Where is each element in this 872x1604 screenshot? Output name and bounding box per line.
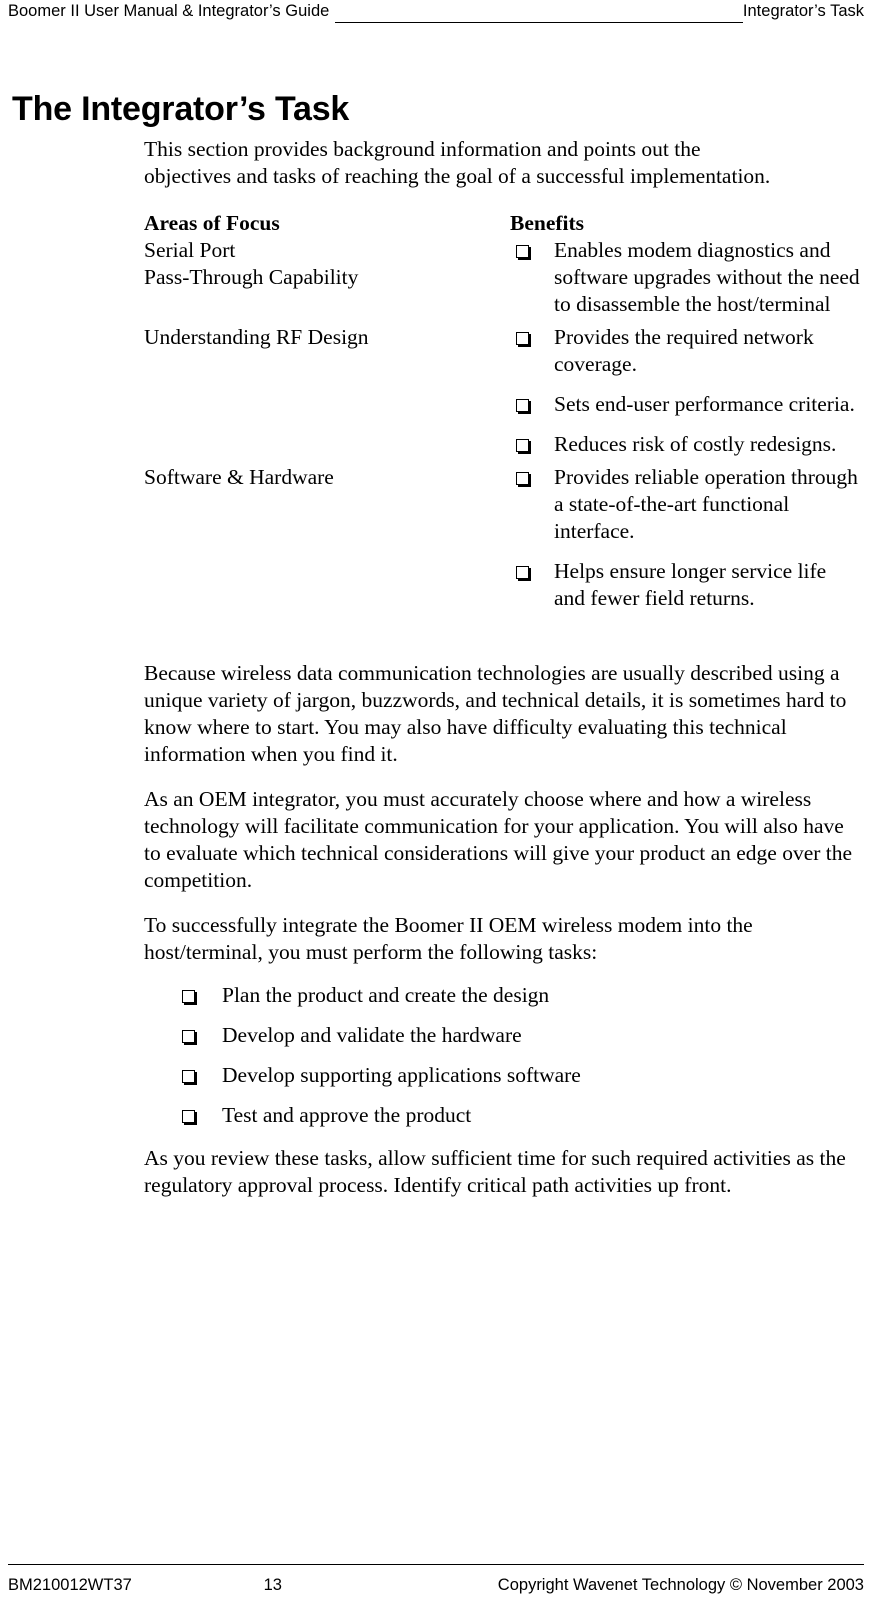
benefit-text: Helps ensure longer service life and few… — [554, 559, 827, 610]
header-rule — [335, 22, 743, 23]
table-header-row: Areas of Focus Benefits — [144, 210, 860, 237]
table-row: Understanding RF Design Provides the req… — [144, 324, 860, 464]
task-text: Plan the product and create the design — [222, 983, 550, 1007]
benefit-list: Provides reliable operation through a st… — [510, 464, 860, 612]
intro-paragraph: This section provides background informa… — [144, 137, 771, 188]
benefit-text: Provides reliable operation through a st… — [554, 465, 858, 543]
square-bullet-icon — [516, 245, 529, 258]
list-item: Enables modem diagnostics and software u… — [510, 237, 860, 318]
footer-page-number: 13 — [263, 1576, 282, 1594]
square-bullet-icon — [182, 1070, 195, 1083]
task-list: Plan the product and create the design D… — [144, 982, 860, 1129]
column-header-areas-of-focus: Areas of Focus — [144, 211, 280, 235]
square-bullet-icon — [182, 990, 195, 1003]
paragraph-4: As you review these tasks, allow suffici… — [144, 1146, 846, 1197]
benefit-list: Provides the required network coverage. … — [510, 324, 860, 458]
square-bullet-icon — [516, 472, 529, 485]
square-bullet-icon — [516, 332, 529, 345]
list-item: Provides the required network coverage. — [510, 324, 860, 378]
list-item: Reduces risk of costly redesigns. — [510, 431, 860, 458]
table-row: Software & Hardware Provides reliable op… — [144, 464, 860, 618]
focus-benefits-table: Areas of Focus Benefits Serial Port Pass-… — [144, 210, 860, 618]
list-item: Helps ensure longer service life and few… — [510, 558, 860, 612]
focus-cell: Software & Hardware — [144, 465, 334, 489]
benefits-cell: Provides reliable operation through a st… — [510, 464, 860, 618]
benefits-cell: Enables modem diagnostics and software u… — [510, 237, 860, 324]
header-section-title: Integrator’s Task — [742, 2, 864, 20]
square-bullet-icon — [182, 1110, 195, 1123]
document-page: Boomer II User Manual & Integrator’s Gui… — [0, 0, 872, 1604]
square-bullet-icon — [182, 1030, 195, 1043]
benefit-text: Provides the required network coverage. — [554, 325, 814, 376]
benefit-list: Enables modem diagnostics and software u… — [510, 237, 860, 318]
task-text: Develop and validate the hardware — [222, 1023, 522, 1047]
table-row: Serial Port Pass-Through Capability Enabl… — [144, 237, 860, 324]
page-header: Boomer II User Manual & Integrator’s Gui… — [8, 0, 864, 28]
footer-row: BM210012WT37 13 Copyright Wavenet Techno… — [8, 1574, 864, 1596]
table-body: Serial Port Pass-Through Capability Enabl… — [144, 237, 860, 618]
paragraph-1: Because wireless data communication tech… — [144, 661, 847, 766]
page-title: The Integrator’s Task — [12, 89, 350, 128]
benefit-text: Sets end-user performance criteria. — [554, 392, 855, 416]
list-item: Provides reliable operation through a st… — [510, 464, 860, 545]
focus-cell: Serial Port Pass-Through Capability — [144, 238, 359, 289]
footer-rule — [8, 1564, 864, 1565]
footer-document-number: BM210012WT37 — [8, 1576, 132, 1594]
list-item: Develop supporting applications software — [144, 1062, 860, 1089]
footer-copyright: Copyright Wavenet Technology © November … — [497, 1576, 864, 1594]
list-item: Sets end-user performance criteria. — [510, 391, 860, 418]
focus-cell: Understanding RF Design — [144, 325, 369, 349]
paragraph-2: As an OEM integrator, you must accuratel… — [144, 787, 853, 892]
benefits-cell: Provides the required network coverage. … — [510, 324, 860, 464]
benefit-text: Enables modem diagnostics and software u… — [554, 238, 860, 316]
square-bullet-icon — [516, 439, 529, 452]
task-text: Test and approve the product — [222, 1103, 472, 1127]
content-column: This section provides background informa… — [144, 136, 860, 1217]
list-item: Plan the product and create the design — [144, 982, 860, 1009]
benefit-text: Reduces risk of costly redesigns. — [554, 432, 837, 456]
list-item: Develop and validate the hardware — [144, 1022, 860, 1049]
header-manual-title: Boomer II User Manual & Integrator’s Gui… — [8, 2, 330, 20]
column-header-benefits: Benefits — [510, 211, 585, 235]
square-bullet-icon — [516, 566, 529, 579]
task-text: Develop supporting applications software — [222, 1063, 581, 1087]
page-footer: BM210012WT37 13 Copyright Wavenet Techno… — [8, 1564, 864, 1596]
list-item: Test and approve the product — [144, 1102, 860, 1129]
paragraph-3: To successfully integrate the Boomer II … — [144, 913, 753, 964]
square-bullet-icon — [516, 399, 529, 412]
